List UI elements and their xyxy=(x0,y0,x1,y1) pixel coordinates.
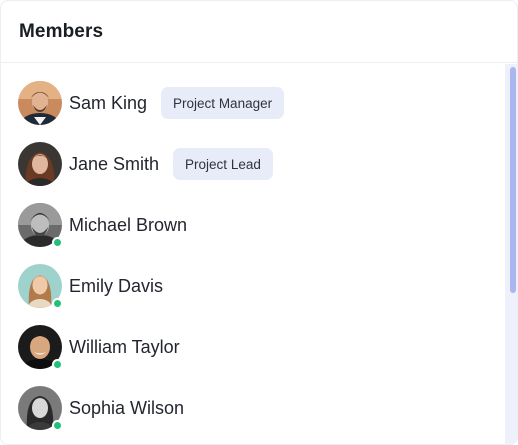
avatar[interactable] xyxy=(17,141,63,187)
members-panel: Members Sam King Project Manager Jane Sm… xyxy=(0,0,518,445)
member-row[interactable]: Sophia Wilson xyxy=(17,385,184,431)
avatar[interactable] xyxy=(17,385,63,431)
panel-title: Members xyxy=(19,20,104,42)
online-status-dot xyxy=(52,237,63,248)
member-name: Jane Smith xyxy=(69,153,160,174)
avatar[interactable] xyxy=(17,80,63,126)
scrollbar-thumb[interactable] xyxy=(510,67,516,293)
member-row[interactable]: Michael Brown xyxy=(17,202,187,248)
member-name: William Taylor xyxy=(69,336,180,357)
avatar[interactable] xyxy=(17,202,63,248)
member-name: Sophia Wilson xyxy=(69,397,185,418)
avatar-sam xyxy=(18,81,62,125)
avatar-jane xyxy=(18,142,62,186)
scrollbar-track[interactable] xyxy=(505,64,517,444)
avatar[interactable] xyxy=(17,324,63,370)
member-row[interactable]: Sam King Project Manager xyxy=(17,80,285,126)
online-status-dot xyxy=(52,298,63,309)
panel-header: Members xyxy=(1,1,517,63)
members-list[interactable]: Sam King Project Manager Jane Smith Proj… xyxy=(1,64,505,444)
role-badge: Project Lead xyxy=(173,148,273,180)
member-row[interactable]: Emily Davis xyxy=(17,263,163,309)
member-row[interactable]: William Taylor xyxy=(17,324,180,370)
member-row[interactable]: Jane Smith Project Lead xyxy=(17,141,273,187)
online-status-dot xyxy=(52,359,63,370)
member-name: Sam King xyxy=(69,92,148,113)
member-name: Michael Brown xyxy=(69,214,188,235)
avatar[interactable] xyxy=(17,263,63,309)
member-name: Emily Davis xyxy=(69,275,164,296)
online-status-dot xyxy=(52,420,63,431)
role-badge: Project Manager xyxy=(161,87,285,119)
